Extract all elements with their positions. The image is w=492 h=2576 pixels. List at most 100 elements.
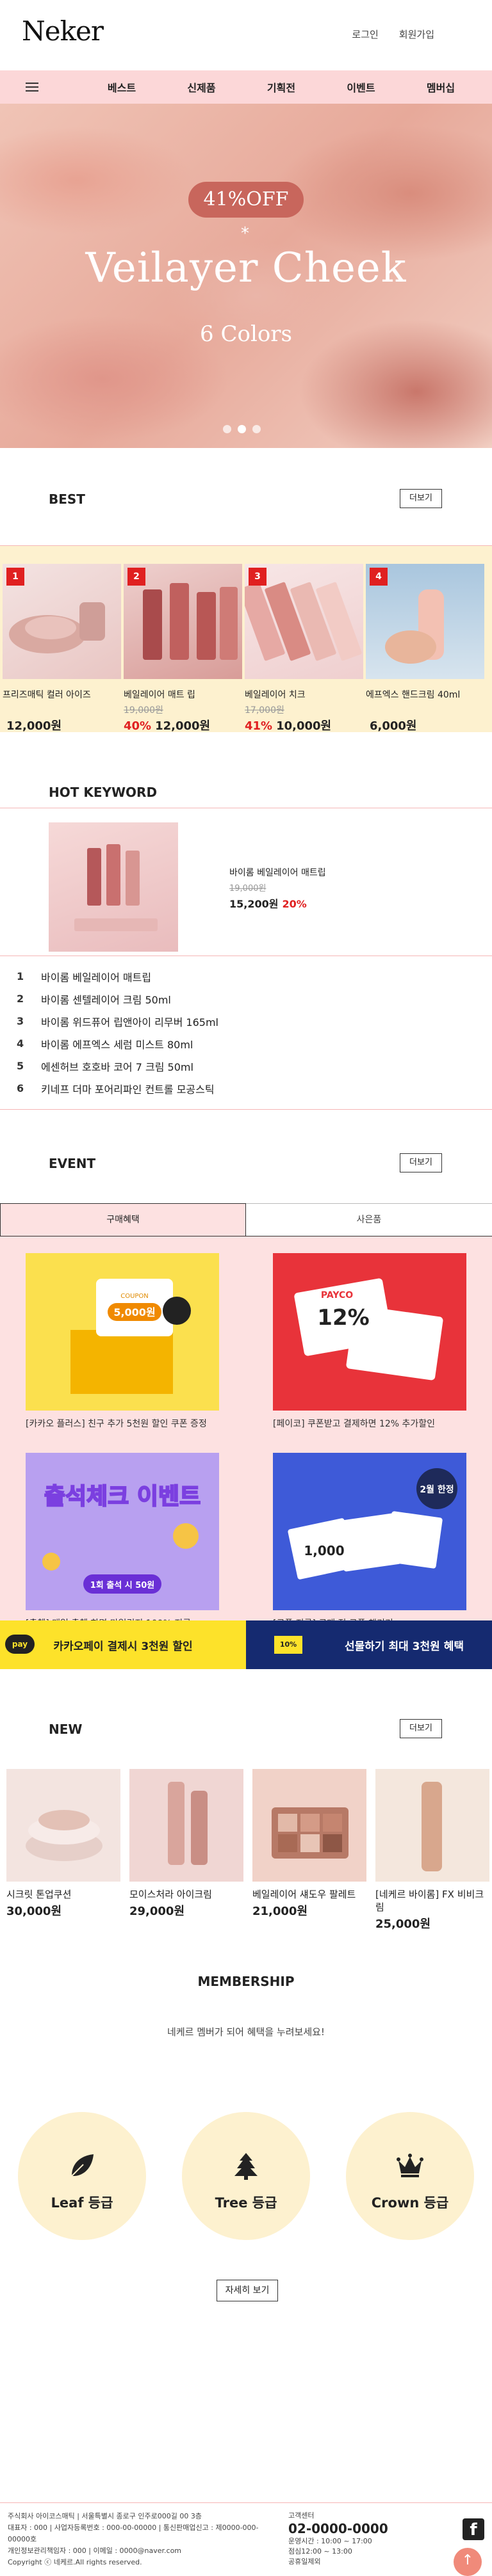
membership-detail-button[interactable]: 자세히 보기 [217,2280,278,2301]
best-item[interactable]: 3 베일레이어 치크 17,000원 41% 10,000원 [245,564,363,733]
product-image[interactable]: 2 [124,564,242,679]
tier-label: Crown 등급 [371,2195,449,2211]
nav-item-new[interactable]: 신제품 [170,79,234,95]
event-more-button[interactable]: 더보기 [400,1153,442,1172]
facebook-icon[interactable]: f [463,2518,484,2540]
new-product-name[interactable]: 시크릿 톤업쿠션 [6,1888,120,1901]
event-card[interactable]: PAYCO 12% [페이코] 쿠폰받고 결제하면 12% 추가할인 [273,1253,466,1430]
discount-rate: 40% [124,719,152,733]
tab-gift[interactable]: 사은품 [246,1203,492,1236]
customer-center: 고객센터 02-0000-0000 운영시간 : 10:00 ~ 17:00 점… [288,2511,388,2567]
login-link[interactable]: 로그인 [352,28,378,41]
product-image[interactable]: 1 [3,564,121,679]
new-item[interactable]: 베일레이어 섀도우 팔레트 21,000원 [252,1769,366,1932]
keyword-text[interactable]: 에센허브 호호바 코어 7 크림 50ml [41,1059,193,1074]
keyword-product-image[interactable] [49,822,178,952]
keyword-text[interactable]: 바이롬 위드퓨어 립앤아이 리무버 165ml [41,1014,218,1029]
tier-crown[interactable]: Crown 등급 [346,2112,474,2240]
keyword-header: HOT KEYWORD [0,778,492,804]
hamburger-menu-icon[interactable] [26,83,38,92]
keyword-text[interactable]: 바이롬 베일레이어 매트립 [41,969,151,984]
keyword-item[interactable]: 3 바이롬 위드퓨어 립앤아이 리무버 165ml [17,1010,492,1032]
tier-tree[interactable]: Tree 등급 [182,2112,310,2240]
product-name[interactable]: 베일레이어 매트 립 [124,688,242,701]
product-image[interactable]: 3 [245,564,363,679]
slider-dot-3[interactable] [252,425,261,433]
slider-dot-2[interactable] [238,425,246,433]
keyword-item[interactable]: 6 키네프 더마 포어리파인 컨트롤 모공스틱 [17,1077,492,1100]
event-image[interactable]: 출석체크 이벤트 1회 출석 시 50원 [26,1453,219,1610]
cs-phone[interactable]: 02-0000-0000 [288,2521,388,2536]
best-item[interactable]: 4 에프엑스 핸드크림 40ml 6,000원 [366,564,484,733]
best-section: 1 프리즈매틱 컬러 아이즈 12,000원 2 베일레이어 매트 립 19,0… [0,545,492,733]
keyword-item[interactable]: 5 에센허브 호호바 코어 7 크림 50ml [17,1055,492,1077]
original-price [3,703,121,715]
keyword-title: HOT KEYWORD [49,785,158,800]
sale-price: 6,000원 [370,719,417,733]
tier-leaf[interactable]: Leaf 등급 [18,2112,146,2240]
best-more-button[interactable]: 더보기 [400,489,442,508]
gift-banner[interactable]: 10% 선물하기 최대 3천원 혜택 [246,1620,492,1669]
scroll-top-button[interactable]: ↑ [454,2548,482,2576]
cs-holiday: 공휴일제외 [288,2557,321,2566]
best-title: BEST [49,492,85,507]
signup-link[interactable]: 회원가입 [399,28,434,41]
company-registration: 대표자 : 000 | 사업자등록번호 : 000-00-00000 | 통신판… [8,2524,259,2543]
nav-item-event[interactable]: 이벤트 [329,79,393,95]
event-card[interactable]: COUPON 5,000원 [카카오 플러스] 친구 추가 5천원 할인 쿠폰 … [26,1253,219,1430]
new-product-name[interactable]: 베일레이어 섀도우 팔레트 [252,1888,366,1901]
keyword-rank: 6 [17,1082,24,1094]
product-name[interactable]: 베일레이어 치크 [245,688,363,701]
payco-percent: 12% [317,1305,369,1331]
new-item[interactable]: 시크릿 톤업쿠션 30,000원 [6,1769,120,1932]
event-text[interactable]: [카카오 플러스] 친구 추가 5천원 할인 쿠폰 증정 [26,1418,219,1430]
event-text[interactable]: [페이코] 쿠폰받고 결제하면 12% 추가할인 [273,1418,466,1430]
new-more-button[interactable]: 더보기 [400,1719,442,1738]
keyword-feature[interactable]: 바이롬 베일레이어 매트립 19,000원 15,200원 20% [0,808,492,956]
event-image[interactable]: 1,000 2월 한정 [273,1453,466,1610]
attendance-title: 출석체크 이벤트 [44,1484,201,1510]
slider-dot-1[interactable] [223,425,231,433]
new-product-name[interactable]: [네케르 바이롬] FX 비비크림 [375,1888,489,1914]
tab-purchase-benefit[interactable]: 구매혜택 [0,1203,246,1236]
event-tabs: 구매혜택 사은품 [0,1203,492,1236]
event-image[interactable]: PAYCO 12% [273,1253,466,1411]
keyword-text[interactable]: 키네프 더마 포어리파인 컨트롤 모공스틱 [41,1081,215,1096]
site-logo[interactable]: Neker [22,15,104,47]
product-image[interactable]: 4 [366,564,484,679]
new-product-image[interactable] [129,1769,243,1882]
new-product-name[interactable]: 모이스처라 아이크림 [129,1888,243,1901]
event-image[interactable]: COUPON 5,000원 [26,1253,219,1411]
new-product-image[interactable] [6,1769,120,1882]
keyword-text[interactable]: 바이롬 에프엑스 세럼 미스트 80ml [41,1036,193,1052]
best-item[interactable]: 1 프리즈매틱 컬러 아이즈 12,000원 [3,564,121,733]
best-item[interactable]: 2 베일레이어 매트 립 19,000원 40% 12,000원 [124,564,242,733]
keyword-item[interactable]: 1 바이롬 베일레이어 매트립 [17,965,492,988]
keyword-item[interactable]: 2 바이롬 센텔레이어 크림 50ml [17,988,492,1010]
event-card[interactable]: 1,000 2월 한정 [쿠폰 지급] 구매 전 쿠폰 챙기기 [273,1453,466,1629]
new-product-image[interactable] [375,1769,489,1882]
site-footer: 주식회사 아이코스매틱 | 서울특별시 종로구 인주로000길 00 3층 대표… [0,2502,492,2576]
gift-coupon-illustration: COUPON 5,000원 [70,1279,191,1394]
new-product-image[interactable] [252,1769,366,1882]
nav-item-membership[interactable]: 멤버십 [409,79,473,95]
cs-title: 고객센터 [288,2511,315,2520]
nav-item-special[interactable]: 기획전 [249,79,313,95]
event-card[interactable]: 출석체크 이벤트 1회 출석 시 50원 [출첵] 매일 출첵 하면 마일리지 … [26,1453,219,1629]
kakaopay-banner-text[interactable]: 카카오페이 결제시 3천원 할인 [53,1637,192,1653]
new-item[interactable]: 모이스처라 아이크림 29,000원 [129,1769,243,1932]
membership-subtitle: 네케르 멤버가 되어 혜택을 누려보세요! [167,2026,325,2038]
new-item[interactable]: [네케르 바이롬] FX 비비크림 25,000원 [375,1769,489,1932]
keyword-text[interactable]: 바이롬 센텔레이어 크림 50ml [41,991,171,1007]
keyword-rank: 4 [17,1037,24,1050]
slider-dots [223,425,261,433]
nav-item-best[interactable]: 베스트 [90,79,154,95]
gift-banner-text[interactable]: 선물하기 최대 3천원 혜택 [345,1637,464,1653]
hero-banner[interactable]: 41%OFF * Veilayer Cheek 6 Colors [0,104,492,448]
product-name[interactable]: 프리즈매틱 컬러 아이즈 [3,688,121,701]
original-price [366,703,484,715]
keyword-product-name[interactable]: 바이롬 베일레이어 매트립 [229,866,326,879]
keyword-item[interactable]: 4 바이롬 에프엑스 세럼 미스트 80ml [17,1032,492,1055]
product-name[interactable]: 에프엑스 핸드크림 40ml [366,688,484,701]
kakaopay-banner[interactable]: pay 카카오페이 결제시 3천원 할인 [0,1620,246,1669]
